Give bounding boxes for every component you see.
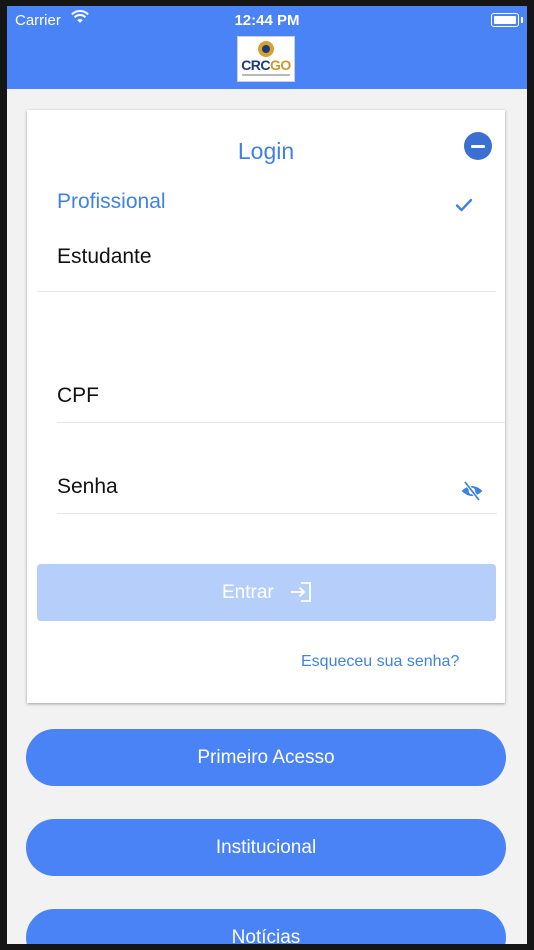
password-underline — [57, 513, 497, 514]
logo-subtitle — [242, 74, 290, 76]
status-time: 12:44 PM — [234, 12, 300, 29]
divider — [37, 291, 496, 292]
login-title: Login — [237, 138, 295, 164]
option-estudante[interactable]: Estudante — [57, 245, 152, 269]
logo-text: CRCGO — [241, 57, 291, 73]
login-card: Login Profissional Estudante CPF Senha E… — [27, 110, 505, 703]
top-bar: Carrier 12:44 PM CRCGO — [7, 6, 527, 89]
institutional-button[interactable]: Institucional — [26, 819, 506, 876]
battery-icon — [491, 13, 523, 27]
status-bar: Carrier 12:44 PM — [7, 6, 527, 34]
eye-off-icon[interactable] — [460, 480, 484, 507]
enter-button[interactable]: Entrar — [37, 564, 496, 621]
logo-emblem — [258, 41, 274, 57]
collapse-icon[interactable] — [464, 132, 492, 160]
first-access-button[interactable]: Primeiro Acesso — [26, 729, 506, 786]
option-profissional[interactable]: Profissional — [57, 190, 166, 214]
cpf-field[interactable]: CPF — [57, 384, 99, 408]
password-field[interactable]: Senha — [57, 475, 118, 499]
enter-label: Entrar — [222, 582, 274, 603]
crcgo-logo: CRCGO — [237, 36, 295, 82]
forgot-password-link[interactable]: Esqueceu sua senha? — [301, 653, 459, 671]
cpf-underline — [57, 422, 505, 423]
news-button[interactable]: Notícias — [26, 909, 506, 944]
app-screen: Carrier 12:44 PM CRCGO Login Profissiona… — [7, 6, 527, 944]
checkmark-icon — [455, 198, 473, 217]
login-arrow-icon — [289, 581, 313, 608]
